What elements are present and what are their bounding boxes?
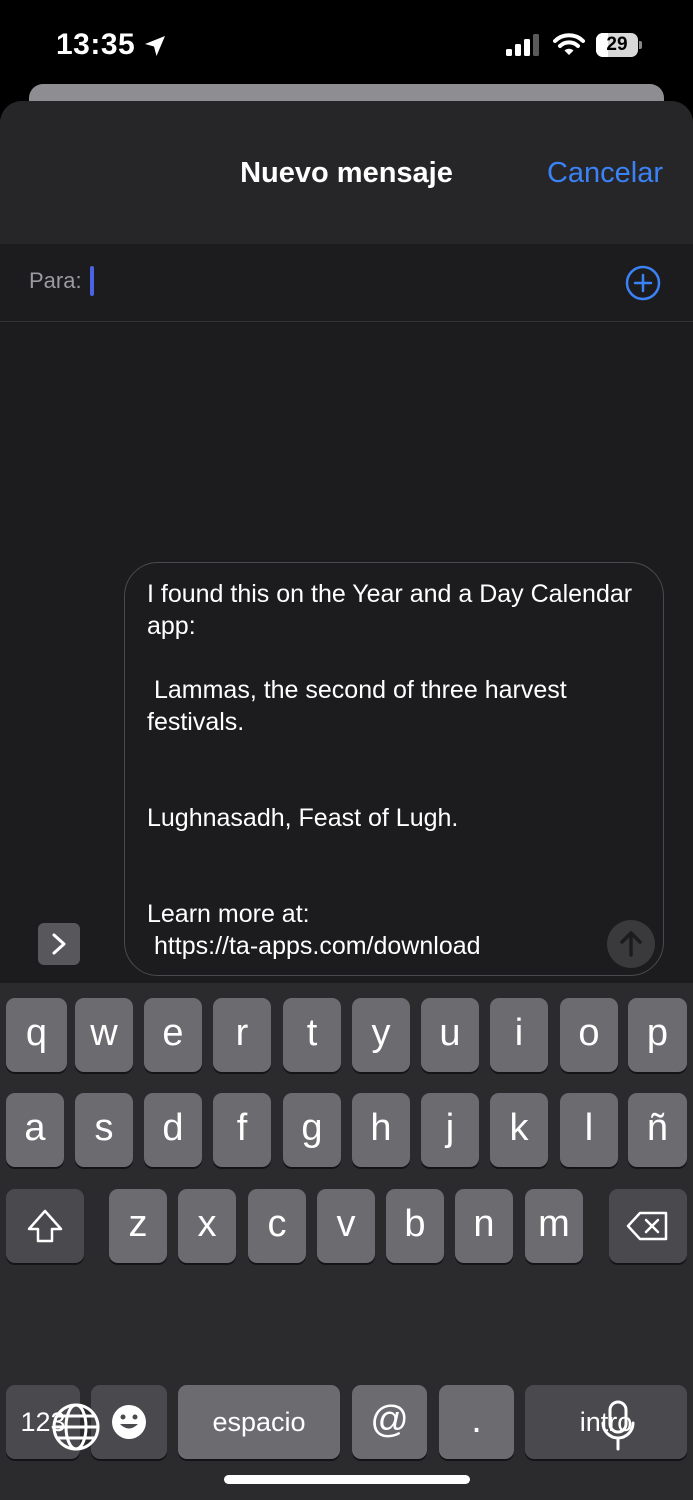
key-m[interactable]: m (525, 1189, 583, 1263)
emoji-icon (112, 1405, 146, 1439)
at-key[interactable]: @ (352, 1385, 427, 1459)
key-z[interactable]: z (109, 1189, 167, 1263)
key-h[interactable]: h (352, 1093, 410, 1167)
key-j[interactable]: j (421, 1093, 479, 1167)
home-indicator[interactable] (224, 1475, 470, 1484)
arrow-up-icon (620, 931, 642, 957)
key-x[interactable]: x (178, 1189, 236, 1263)
key-f[interactable]: f (213, 1093, 271, 1167)
backspace-icon (626, 1211, 668, 1241)
battery-indicator: 29 (596, 33, 642, 57)
key-p[interactable]: p (628, 998, 687, 1072)
wifi-icon (553, 33, 585, 55)
key-o[interactable]: o (560, 998, 618, 1072)
key-k[interactable]: k (490, 1093, 548, 1167)
new-message-sheet: Nuevo mensaje Cancelar Para: I found thi… (0, 101, 693, 1500)
key-n-tilde[interactable]: ñ (628, 1093, 687, 1167)
key-t[interactable]: t (283, 998, 341, 1072)
shift-icon (27, 1209, 63, 1243)
key-e[interactable]: e (144, 998, 202, 1072)
key-r[interactable]: r (213, 998, 271, 1072)
key-n[interactable]: n (455, 1189, 513, 1263)
key-s[interactable]: s (75, 1093, 133, 1167)
send-button[interactable] (607, 920, 655, 968)
message-text[interactable]: I found this on the Year and a Day Calen… (147, 578, 647, 962)
battery-level: 29 (606, 34, 628, 55)
backspace-key[interactable] (609, 1189, 687, 1263)
keyboard: q w e r t y u i o p a s d f g h j k l ñ … (0, 983, 693, 1500)
microphone-icon[interactable] (598, 1399, 638, 1455)
key-a[interactable]: a (6, 1093, 64, 1167)
chevron-right-icon (52, 933, 66, 955)
key-l[interactable]: l (560, 1093, 618, 1167)
navigation-bar: Nuevo mensaje Cancelar (0, 101, 693, 244)
expand-apps-button[interactable] (38, 923, 80, 965)
recipient-field[interactable]: Para: (0, 244, 693, 322)
key-v[interactable]: v (317, 1189, 375, 1263)
shift-key[interactable] (6, 1189, 84, 1263)
key-u[interactable]: u (421, 998, 479, 1072)
dot-key[interactable]: . (439, 1385, 514, 1459)
add-contact-icon[interactable] (624, 264, 662, 302)
emoji-key[interactable] (91, 1385, 167, 1459)
key-b[interactable]: b (386, 1189, 444, 1263)
key-d[interactable]: d (144, 1093, 202, 1167)
key-q[interactable]: q (6, 998, 67, 1072)
space-key[interactable]: espacio (178, 1385, 340, 1459)
key-c[interactable]: c (248, 1189, 306, 1263)
cellular-signal-icon (506, 34, 539, 56)
key-y[interactable]: y (352, 998, 410, 1072)
location-arrow-icon (145, 36, 165, 56)
cancel-button[interactable]: Cancelar (547, 157, 663, 190)
key-i[interactable]: i (490, 998, 548, 1072)
globe-icon[interactable] (50, 1401, 102, 1453)
status-bar: 13:35 29 (0, 0, 693, 90)
key-g[interactable]: g (283, 1093, 341, 1167)
key-w[interactable]: w (75, 998, 133, 1072)
recipient-label: Para: (29, 268, 82, 293)
status-time: 13:35 (56, 28, 136, 61)
message-input[interactable]: I found this on the Year and a Day Calen… (124, 562, 664, 976)
text-cursor (90, 266, 94, 296)
